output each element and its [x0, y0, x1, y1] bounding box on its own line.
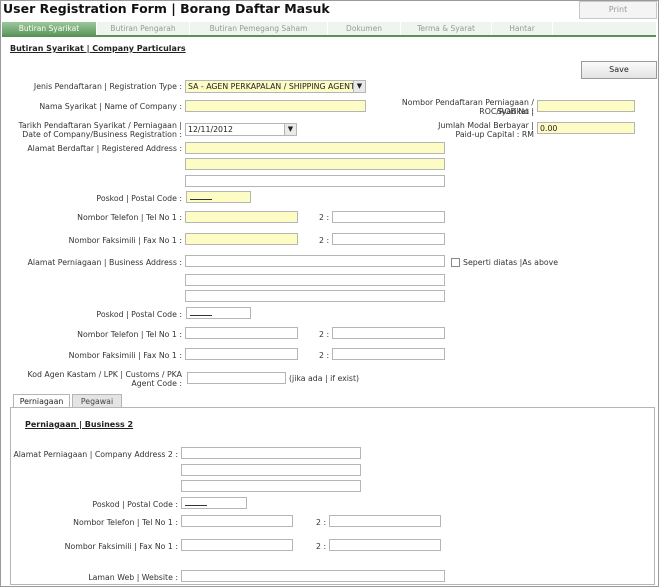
- fax2-label: 2 :: [319, 236, 330, 245]
- business2-tel1-input[interactable]: [181, 515, 293, 527]
- print-button[interactable]: Print: [579, 1, 657, 19]
- business-postal-label: Poskod | Postal Code :: [96, 310, 182, 319]
- reg-address-label: Alamat Berdaftar | Registered Address :: [27, 144, 182, 153]
- business-address-line1[interactable]: [185, 255, 445, 267]
- business-tel2-label: 2 :: [319, 330, 330, 339]
- business2-fax1-label: Nombor Faksimili | Fax No 1 :: [64, 542, 178, 551]
- tab-butiran-pemegang-saham[interactable]: Butiran Pemegang Saham: [190, 22, 328, 35]
- tab-butiran-pengarah[interactable]: Butiran Pengarah: [97, 22, 190, 35]
- reg-date-label-line1: Tarikh Pendaftaran Syarikat / Perniagaan…: [18, 121, 182, 130]
- business2-fax2-label: 2 :: [316, 542, 327, 551]
- tab-hantar[interactable]: Hantar: [492, 22, 553, 35]
- business2-tel2-input[interactable]: [329, 515, 441, 527]
- same-as-above-label: Seperti diatas |As above: [463, 258, 559, 267]
- reg-address-line2[interactable]: [185, 158, 445, 170]
- business-fax2-input[interactable]: [332, 348, 445, 360]
- agent-code-note: (jika ada | if exist): [289, 374, 360, 383]
- subtab-pegawai[interactable]: Pegawai: [72, 394, 122, 408]
- subtab-perniagaan[interactable]: Perniagaan: [13, 394, 70, 408]
- reg-date-picker[interactable]: 12/11/2012 ▼: [185, 123, 297, 136]
- business2-postal-label: Poskod | Postal Code :: [92, 500, 178, 509]
- business2-fax1-input[interactable]: [181, 539, 293, 551]
- business-fax1-input[interactable]: [185, 348, 298, 360]
- business-fax1-label: Nombor Faksimili | Fax No 1 :: [68, 351, 182, 360]
- company-name-label: Nama Syarikat | Name of Company :: [39, 102, 182, 111]
- business-address-line2[interactable]: [185, 274, 445, 286]
- section-title: Butiran Syarikat | Company Particulars: [10, 44, 186, 53]
- tel1-label: Nombor Telefon | Tel No 1 :: [77, 213, 182, 222]
- chevron-down-icon: ▼: [353, 81, 365, 92]
- same-as-above-checkbox[interactable]: [451, 258, 460, 267]
- postal-code-label: Poskod | Postal Code :: [96, 194, 182, 203]
- business-tel2-input[interactable]: [332, 327, 445, 339]
- business2-tel1-label: Nombor Telefon | Tel No 1 :: [73, 518, 178, 527]
- roc-label-line2: ROC/ROB No :: [479, 107, 534, 116]
- window-title: User Registration Form | Borang Daftar M…: [3, 1, 330, 16]
- reg-date-value: 12/11/2012: [188, 125, 233, 134]
- reg-type-value: SA - AGEN PERKAPALAN / SHIPPING AGENT: [188, 82, 355, 91]
- business2-address-line1[interactable]: [181, 447, 361, 459]
- business2-title: Perniagaan | Business 2: [25, 420, 134, 429]
- agent-code-label-line1: Kod Agen Kastam / LPK | Customs / PKA: [27, 370, 182, 379]
- business2-fax2-input[interactable]: [329, 539, 441, 551]
- business-address-label: Alamat Perniagaan | Business Address :: [27, 258, 182, 267]
- business2-website-label: Laman Web | Website :: [88, 573, 178, 582]
- capital-label-line1: Jumlah Modal Berbayar |: [438, 121, 534, 130]
- postal-code-input[interactable]: [186, 191, 251, 203]
- business-fax2-label: 2 :: [319, 351, 330, 360]
- fax2-input[interactable]: [332, 233, 445, 245]
- company-name-input[interactable]: [185, 100, 366, 112]
- agent-code-label-line2: Agent Code :: [131, 379, 182, 388]
- save-button[interactable]: Save: [581, 61, 657, 79]
- roc-number-input[interactable]: [537, 100, 635, 112]
- business-address-line3[interactable]: [185, 290, 445, 302]
- business-tel1-label: Nombor Telefon | Tel No 1 :: [77, 330, 182, 339]
- reg-date-label-line2: Date of Company/Business Registration :: [22, 130, 182, 139]
- fax1-label: Nombor Faksimili | Fax No 1 :: [68, 236, 182, 245]
- subtab-panel: [10, 407, 655, 585]
- calendar-dropdown-icon: ▼: [284, 124, 296, 135]
- main-tab-bar: Butiran Syarikat Butiran Pengarah Butira…: [2, 22, 656, 37]
- tab-dokumen[interactable]: Dokumen: [328, 22, 401, 35]
- business2-address-label: Alamat Perniagaan | Company Address 2 :: [13, 450, 178, 459]
- agent-code-input[interactable]: [187, 372, 286, 384]
- tab-terma-syarat[interactable]: Terma & Syarat: [401, 22, 492, 35]
- business-tel1-input[interactable]: [185, 327, 298, 339]
- tel2-label: 2 :: [319, 213, 330, 222]
- reg-address-line3[interactable]: [185, 175, 445, 187]
- paid-up-capital-input[interactable]: 0.00: [537, 122, 635, 134]
- tel1-input[interactable]: [185, 211, 298, 223]
- business-postal-input[interactable]: [186, 307, 251, 319]
- business2-address-line2[interactable]: [181, 464, 361, 476]
- reg-type-label: Jenis Pendaftaran | Registration Type :: [33, 82, 182, 91]
- business2-postal-input[interactable]: [181, 497, 247, 509]
- tel2-input[interactable]: [332, 211, 445, 223]
- reg-type-select[interactable]: SA - AGEN PERKAPALAN / SHIPPING AGENT ▼: [185, 80, 366, 93]
- tab-butiran-syarikat[interactable]: Butiran Syarikat: [2, 22, 97, 35]
- business2-website-input[interactable]: [181, 570, 445, 582]
- fax1-input[interactable]: [185, 233, 298, 245]
- reg-address-line1[interactable]: [185, 142, 445, 154]
- business2-address-line3[interactable]: [181, 480, 361, 492]
- business2-tel2-label: 2 :: [316, 518, 327, 527]
- capital-label-line2: Paid-up Capital : RM: [455, 130, 535, 139]
